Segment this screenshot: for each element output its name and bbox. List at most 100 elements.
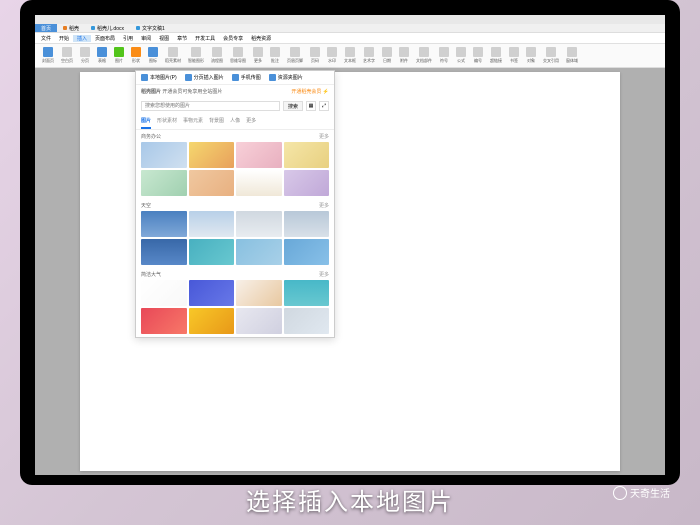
ribbon-编号[interactable]: 编号 [470, 46, 486, 65]
thumbnail[interactable] [236, 280, 282, 306]
more-link[interactable]: 更多 [319, 133, 329, 140]
thumbnail[interactable] [189, 211, 235, 237]
ribbon-窗体域[interactable]: 窗体域 [563, 46, 581, 65]
menu-稻壳资源[interactable]: 稻壳资源 [247, 35, 275, 42]
grid-view-icon[interactable]: ▦ [306, 101, 316, 111]
thumbnail[interactable] [189, 170, 235, 196]
ribbon-表格[interactable]: 表格 [94, 46, 110, 65]
menu-插入[interactable]: 插入 [73, 35, 91, 42]
ribbon-页眉页脚[interactable]: 页眉页脚 [284, 46, 306, 65]
thumbnail[interactable] [236, 308, 282, 334]
tab-首页[interactable]: 首页 [35, 24, 57, 32]
ribbon-封面页[interactable]: 封面页 [39, 46, 57, 65]
tab-文字文稿1[interactable]: 文字文稿1 [130, 24, 171, 32]
thumbnail[interactable] [284, 211, 330, 237]
thumbnail[interactable] [141, 211, 187, 237]
ribbon-页码[interactable]: 页码 [307, 46, 323, 65]
ribbon-超链接[interactable]: 超链接 [487, 46, 505, 65]
ribbon-水印[interactable]: 水印 [324, 46, 340, 65]
thumbnail[interactable] [141, 239, 187, 265]
menu-章节[interactable]: 章节 [173, 35, 191, 42]
页眉页脚-icon [290, 47, 300, 57]
ribbon-公式[interactable]: 公式 [453, 46, 469, 65]
ribbon-日期[interactable]: 日期 [379, 46, 395, 65]
ribbon-图片[interactable]: 图片 [111, 46, 127, 65]
section-简洁大气: 简洁大气更多 [136, 268, 334, 337]
thumbnail[interactable] [284, 308, 330, 334]
thumbnail[interactable] [284, 239, 330, 265]
category-tab-人像[interactable]: 人像 [230, 117, 240, 129]
thumbnail[interactable] [284, 170, 330, 196]
menu-开发工具[interactable]: 开发工具 [191, 35, 219, 42]
menu-开始[interactable]: 开始 [55, 35, 73, 42]
ribbon-艺术字[interactable]: 艺术字 [360, 46, 378, 65]
thumbnail[interactable] [189, 239, 235, 265]
ribbon-空白页[interactable]: 空白页 [58, 46, 76, 65]
thumbnail[interactable] [236, 142, 282, 168]
形状-icon [131, 47, 141, 57]
category-tab-更多[interactable]: 更多 [246, 117, 256, 129]
thumbnail[interactable] [141, 142, 187, 168]
note-text: 开通会员可免享用全站图片 [162, 89, 222, 95]
more-link[interactable]: 更多 [319, 202, 329, 209]
menu-视图[interactable]: 视图 [155, 35, 173, 42]
tab-稻壳[interactable]: 稻壳 [57, 24, 85, 32]
ribbon-书签[interactable]: 书签 [506, 46, 522, 65]
ribbon-形状[interactable]: 形状 [128, 46, 144, 65]
图标-icon [148, 47, 158, 57]
ribbon-更多[interactable]: 更多 [250, 46, 266, 65]
document-area [35, 68, 665, 475]
category-tab-事物元素[interactable]: 事物元素 [183, 117, 203, 129]
menu-文件[interactable]: 文件 [37, 35, 55, 42]
ribbon-分页[interactable]: 分页 [77, 46, 93, 65]
ribbon-附件[interactable]: 附件 [396, 46, 412, 65]
category-tab-背景图[interactable]: 背景图 [209, 117, 224, 129]
dd-本地图片(P)[interactable]: 本地图片(P) [141, 74, 177, 81]
thumbnail[interactable] [141, 280, 187, 306]
category-tab-形状素材[interactable]: 形状素材 [157, 117, 177, 129]
dd-资源夹图片[interactable]: 资源夹图片 [269, 74, 303, 81]
expand-icon[interactable]: ⤢ [319, 101, 329, 111]
ribbon-流程图[interactable]: 流程图 [208, 46, 226, 65]
ribbon-智能图形[interactable]: 智能图形 [185, 46, 207, 65]
menu-引用[interactable]: 引用 [119, 35, 137, 42]
thumbnail[interactable] [284, 142, 330, 168]
ribbon-文档部件[interactable]: 文档部件 [413, 46, 435, 65]
category-tab-图片[interactable]: 图片 [141, 117, 151, 129]
search-input[interactable] [141, 101, 280, 111]
thumbnail[interactable] [141, 308, 187, 334]
ribbon-思维导图[interactable]: 思维导图 [227, 46, 249, 65]
页码-icon [310, 47, 320, 57]
menubar: 文件开始插入页面布局引用审阅视图章节开发工具会员专享稻壳资源 [35, 33, 665, 44]
thumbnail[interactable] [189, 280, 235, 306]
thumbnail[interactable] [189, 308, 235, 334]
ribbon-符号[interactable]: 符号 [436, 46, 452, 65]
超链接-icon [491, 47, 501, 57]
thumbnail[interactable] [284, 280, 330, 306]
编号-icon [473, 47, 483, 57]
tab-稻壳儿.docx[interactable]: 稻壳儿.docx [85, 24, 130, 32]
menu-会员专享[interactable]: 会员专享 [219, 35, 247, 42]
menu-页面布局[interactable]: 页面布局 [91, 35, 119, 42]
水印-icon [327, 47, 337, 57]
open-member-link[interactable]: 开通稻壳会员 ⚡ [291, 88, 329, 95]
dd-分页插入图片[interactable]: 分页插入图片 [185, 74, 224, 81]
thumbnail[interactable] [236, 170, 282, 196]
thumbnail[interactable] [189, 142, 235, 168]
封面页-icon [43, 47, 53, 57]
more-link[interactable]: 更多 [319, 271, 329, 278]
ribbon-图标[interactable]: 图标 [145, 46, 161, 65]
dropdown-note: 稻壳图片 开通会员可免享用全站图片 开通稻壳会员 ⚡ [136, 85, 334, 98]
ribbon-批注[interactable]: 批注 [267, 46, 283, 65]
ribbon-稻壳素材[interactable]: 稻壳素材 [162, 46, 184, 65]
menu-审阅[interactable]: 审阅 [137, 35, 155, 42]
ribbon-对象[interactable]: 对象 [523, 46, 539, 65]
thumbnail[interactable] [141, 170, 187, 196]
thumbnail[interactable] [236, 211, 282, 237]
search-button[interactable]: 搜索 [283, 101, 303, 111]
dd-手机传图[interactable]: 手机传图 [232, 74, 261, 81]
ribbon-文本框[interactable]: 文本框 [341, 46, 359, 65]
ribbon-交叉引用[interactable]: 交叉引用 [540, 46, 562, 65]
thumbnail[interactable] [236, 239, 282, 265]
laptop-frame: 首页稻壳稻壳儿.docx文字文稿1 文件开始插入页面布局引用审阅视图章节开发工具… [20, 0, 680, 485]
